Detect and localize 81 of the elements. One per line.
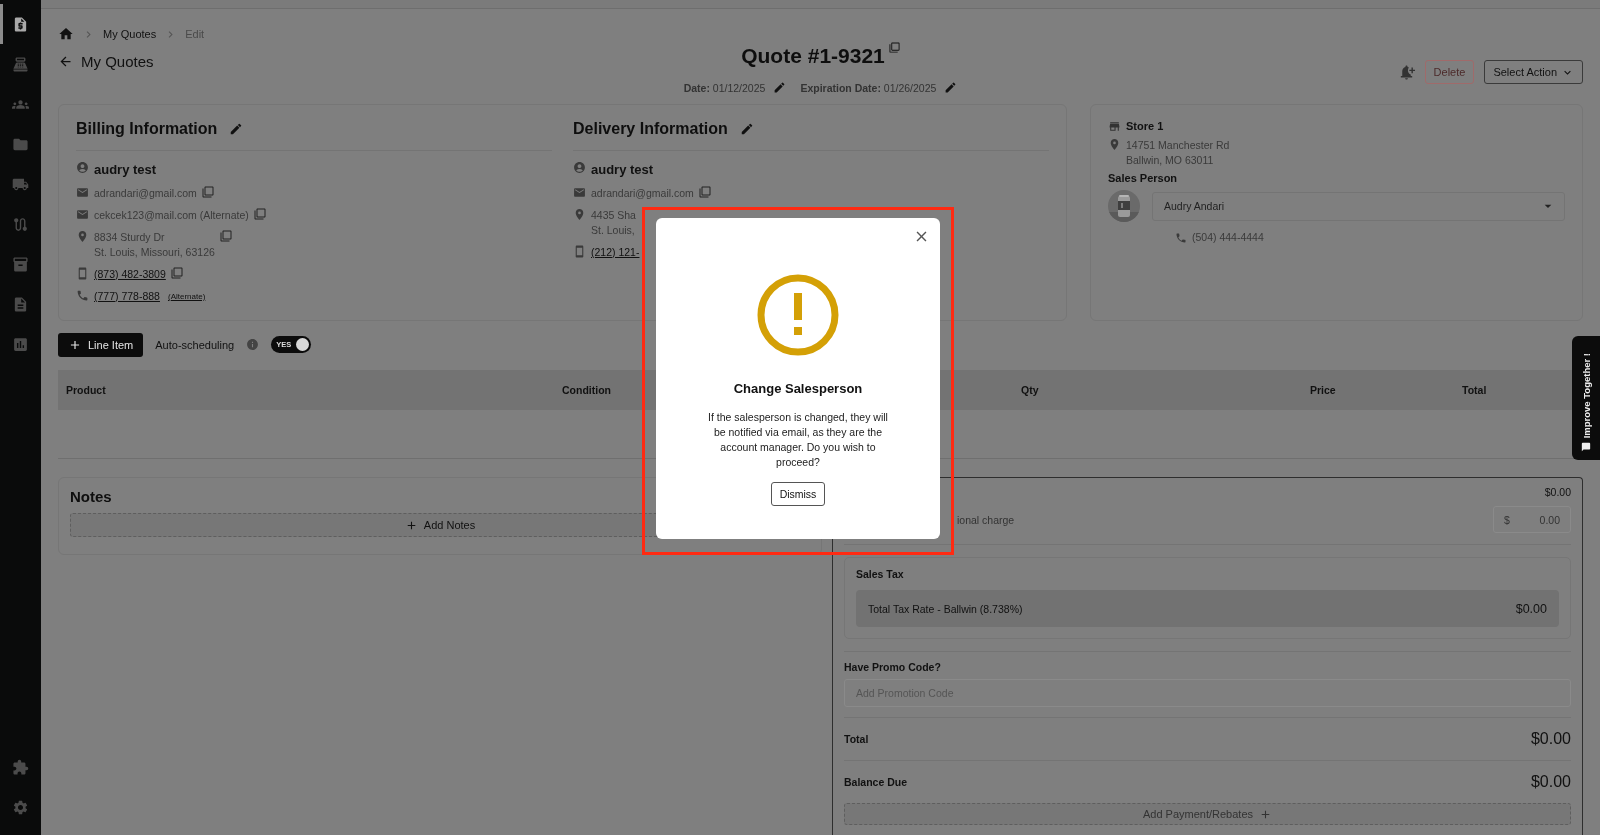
dialog-message: If the salesperson is changed, they will be notified via email, as they are the account manager. Do you wish to proceed? [707, 410, 889, 470]
address-line: 8834 Sturdy Dr [94, 230, 166, 245]
person-icon [76, 161, 89, 174]
phone-icon [76, 289, 89, 302]
breadcrumb-link[interactable]: My Quotes [103, 28, 157, 40]
column-header: Product [66, 384, 106, 396]
location-pin-icon [1108, 138, 1121, 151]
address-line: 14751 Manchester Rd [1126, 138, 1230, 153]
copy-icon[interactable] [201, 186, 214, 198]
total-label: Total [844, 733, 869, 745]
back-link-text: My Quotes [81, 53, 154, 70]
location-pin-icon [573, 208, 586, 221]
mobile-phone-icon [573, 245, 586, 258]
auto-scheduling-label: Auto-scheduling [155, 338, 235, 351]
customer-name: audry test [94, 161, 157, 179]
delete-button[interactable]: Delete [1424, 60, 1475, 84]
email-icon [76, 208, 89, 221]
charge-label: ional charge [957, 513, 1015, 526]
balance-amount: $0.00 [1530, 773, 1571, 791]
feedback-tab[interactable]: Improve Together ! [1572, 336, 1600, 460]
column-header: Qty [1021, 384, 1039, 396]
home-icon[interactable] [58, 26, 74, 42]
charge-field[interactable]: $ 0.00 [1493, 506, 1571, 533]
email-text: cekcek123@mail.com (Alternate) [94, 208, 249, 223]
select-action-button[interactable]: Select Action [1484, 60, 1583, 84]
copy-icon[interactable] [698, 186, 711, 198]
field-label: Sales Person [1108, 172, 1179, 184]
edit-icon[interactable] [229, 122, 244, 136]
sales-tax-title: Sales Tax [856, 568, 905, 580]
phone-link[interactable]: (777) 778-888 [94, 289, 160, 304]
copy-icon[interactable] [170, 267, 183, 279]
sales-person-select[interactable]: Audry Andari [1152, 191, 1565, 221]
address-line: 4435 Sha [591, 208, 636, 223]
tax-amount: $0.00 [1515, 601, 1547, 616]
email-icon [76, 186, 89, 199]
edit-icon[interactable] [773, 81, 787, 94]
section-heading: Billing Information [76, 120, 218, 138]
info-icon [246, 338, 260, 351]
total-amount: $0.00 [1530, 730, 1571, 748]
add-line-item-button[interactable]: Line Item [58, 332, 144, 357]
promo-label: Have Promo Code? [844, 661, 942, 673]
phone-text: (504) 444-4444 [1192, 230, 1264, 245]
alternate-note: (Alternate) [167, 291, 206, 303]
column-header: Condition [562, 384, 611, 396]
phone-icon [1175, 231, 1187, 244]
date-text: Date: 01/12/2025 [683, 81, 766, 94]
location-pin-icon [76, 230, 89, 243]
dismiss-button[interactable]: Dismiss [770, 482, 826, 506]
balance-label: Balance Due [844, 776, 908, 788]
back-arrow-icon [58, 54, 73, 69]
address-line: St. Louis, Missouri, 63126 [94, 245, 215, 260]
subtotal-amount: $0.00 [1544, 486, 1571, 498]
person-icon [573, 161, 586, 174]
add-payment-button[interactable]: Add Payment/Rebates [844, 803, 1571, 825]
column-header: Total [1462, 384, 1487, 396]
address-line: Ballwin, MO 63011 [1126, 153, 1215, 168]
back-link[interactable]: My Quotes [58, 53, 154, 70]
email-text: adrandari@gmail.com [94, 186, 197, 201]
copy-icon[interactable] [888, 42, 900, 53]
page-title: Quote #1-9321 [741, 43, 885, 69]
warning-icon [757, 274, 839, 356]
edit-icon[interactable] [944, 81, 958, 94]
date-text: Expiration Date: 01/26/2025 [800, 81, 937, 94]
section-heading: Delivery Information [573, 120, 728, 138]
column-header: Price [1310, 384, 1336, 396]
dialog-title: Change Salesperson [733, 381, 863, 396]
email-text: adrandari@gmail.com [591, 186, 694, 201]
copy-icon[interactable] [219, 230, 232, 242]
store-icon [1108, 120, 1121, 133]
phone-link[interactable]: (873) 482-3809 [94, 267, 166, 282]
notes-title: Notes [70, 488, 112, 505]
chat-icon [1581, 442, 1591, 452]
edit-icon[interactable] [739, 122, 754, 136]
phone-link[interactable]: (212) 121- [591, 245, 640, 260]
address-line: St. Louis, [591, 223, 636, 238]
customer-name: audry test [591, 161, 654, 179]
store-name: Store 1 [1126, 119, 1164, 134]
email-icon [573, 186, 586, 199]
mobile-phone-icon [76, 267, 89, 280]
tax-label: Total Tax Rate - Ballwin (8.738%) [868, 602, 1023, 615]
copy-icon[interactable] [253, 208, 266, 220]
